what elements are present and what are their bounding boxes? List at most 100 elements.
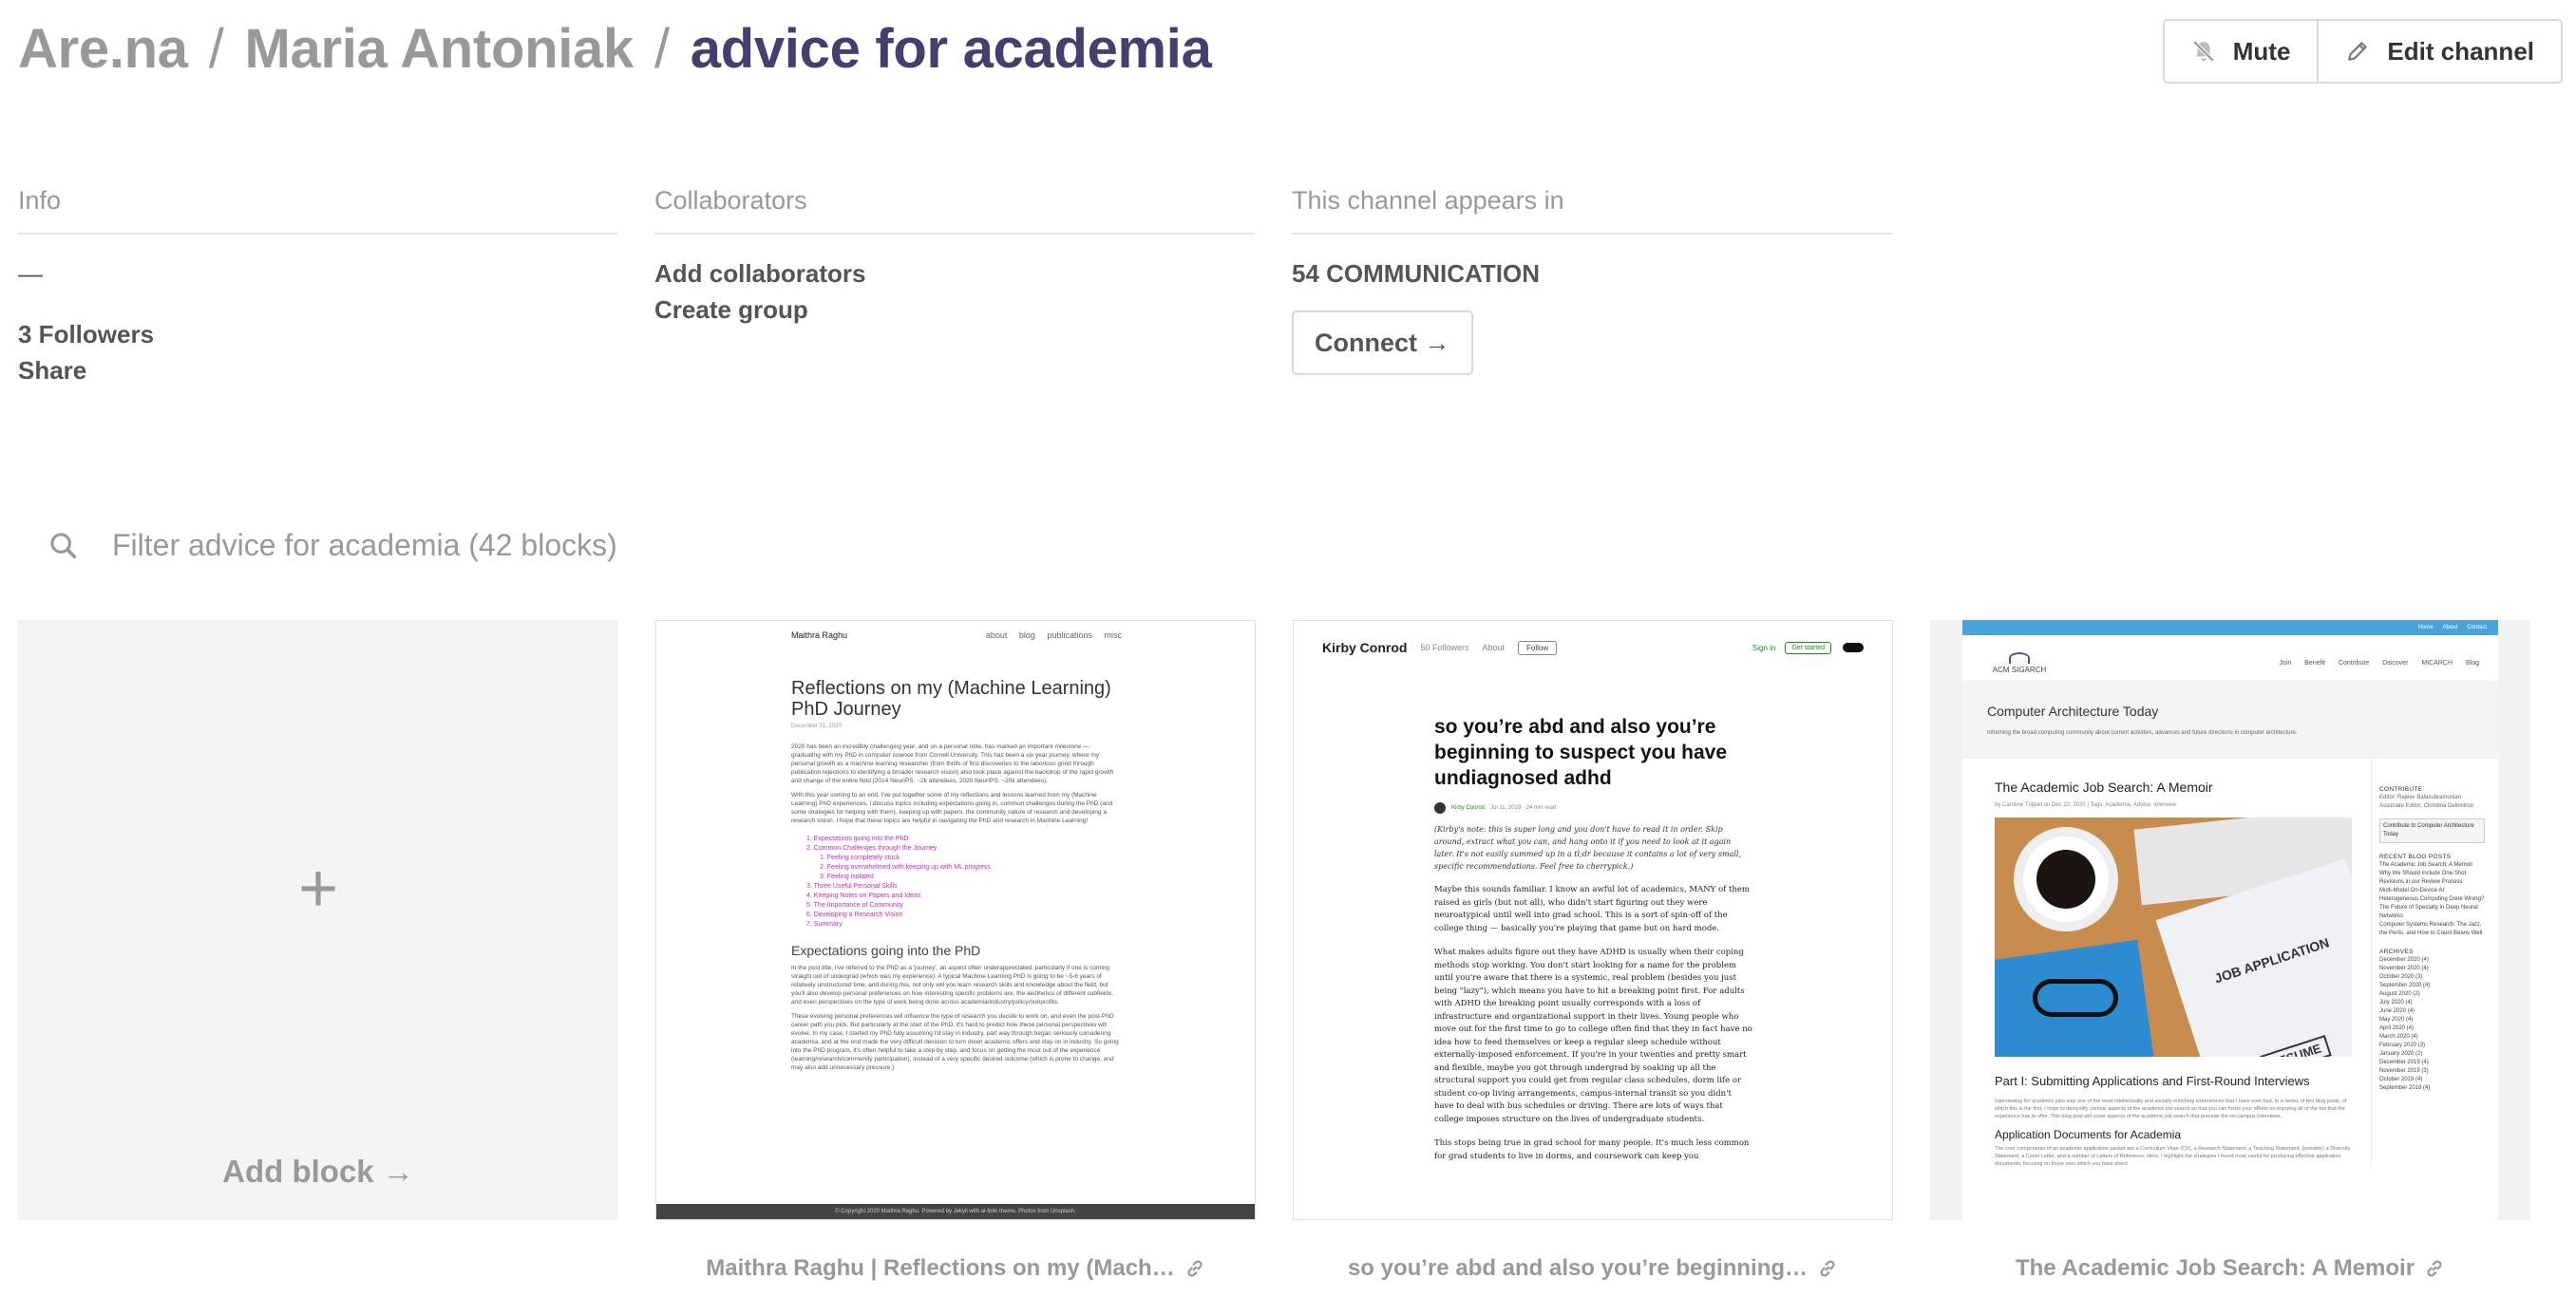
menu-item: Join <box>2279 659 2292 667</box>
collaborators-heading: Collaborators <box>654 186 1255 235</box>
block-thumbnail[interactable]: Kirby Conrod 50 Followers About Follow S… <box>1293 620 1893 1220</box>
link-icon <box>1187 1260 1203 1277</box>
toc-item: 6. Developing a Research Vision <box>806 912 903 918</box>
pencil-icon <box>2348 42 2368 61</box>
webpage-preview: Home About Contact ACM SIGARCH Join Bene… <box>1930 620 2530 1220</box>
followers-link[interactable]: 3 Followers <box>18 316 618 352</box>
post-paragraph: In the post title, I've referred to the … <box>791 965 1113 1006</box>
archive-month: July 2020 (4) <box>2379 1000 2413 1006</box>
post-meta: Jul 11, 2019 · 24 min read <box>1490 805 1557 811</box>
archive-month: April 2020 (4) <box>2379 1025 2415 1031</box>
site-nav-item: misc <box>1104 630 1123 640</box>
sidebar-heading: RECENT BLOG POSTS <box>2379 854 2452 860</box>
mute-button[interactable]: Mute <box>2165 21 2318 82</box>
coffee-cup-shape <box>2014 827 2118 931</box>
topbar-item: Home <box>2417 625 2434 630</box>
breadcrumb-separator: / <box>653 18 670 80</box>
block-caption[interactable]: Maithra Raghu | Reflections on my (Mach… <box>655 1255 1256 1282</box>
block-thumbnail[interactable]: Maithra Raghu about blog publications mi… <box>655 620 1256 1220</box>
site-nav-item: about <box>985 630 1008 640</box>
post-title: so you’re abd and also you’re beginning … <box>1434 716 1728 789</box>
webpage-preview: Maithra Raghu about blog publications mi… <box>656 621 1255 1219</box>
sigarch-logo-icon <box>2009 651 2030 664</box>
about-link: About <box>1482 643 1506 652</box>
archive-month: August 2020 (2) <box>2379 991 2420 997</box>
sigarch-logo: ACM SIGARCH <box>1981 651 2057 674</box>
post-heading: Part I: Submitting Applications and Firs… <box>1995 1074 2310 1088</box>
toc-item: 5. The Importance of Community <box>806 902 903 909</box>
post-section-heading: Expectations going into the PhD <box>791 943 981 958</box>
block-title: The Academic Job Search: A Memoir <box>2015 1255 2415 1281</box>
glasses-shape <box>2033 979 2118 1017</box>
topbar-item: About <box>2442 625 2458 630</box>
resume-label: RESUME <box>2260 1035 2332 1057</box>
sidebar-heading: ARCHIVES <box>2379 949 2414 955</box>
toc-item: 3. Three Useful Personal Skills <box>806 883 898 890</box>
post-note: (Kirby's note: this is super long and yo… <box>1434 825 1741 871</box>
medium-logo-icon <box>1843 643 1864 652</box>
post-paragraph: The core components of an academic appli… <box>1995 1146 2351 1167</box>
add-plus-icon: + <box>297 851 339 927</box>
archive-month: November 2019 (3) <box>2379 1068 2429 1074</box>
archive-month: May 2020 (4) <box>2379 1017 2414 1023</box>
edit-channel-button[interactable]: Edit channel <box>2317 21 2561 82</box>
post-paragraph: 2020 has been an incredibly challenging … <box>791 743 1114 784</box>
breadcrumb-root-link[interactable]: Are.na <box>18 17 188 81</box>
sidebar-button: Contribute to Computer Architecture Toda… <box>2379 818 2485 843</box>
block-thumbnail[interactable]: Home About Contact ACM SIGARCH Join Bene… <box>1930 620 2530 1220</box>
article: The Academic Job Search: A Memoir by Car… <box>1962 759 2371 1168</box>
block-filter <box>47 528 967 563</box>
archive-month: September 2019 (4) <box>2379 1085 2431 1091</box>
share-link[interactable]: Share <box>18 352 618 388</box>
site-sidebar: CONTRIBUTE Editor: Rajeev Balasubramonia… <box>2371 759 2485 1168</box>
site-footer: © Copyright 2020 Maithra Raghu. Powered … <box>656 1204 1255 1219</box>
sidebar-post: Computer Systems Research: The Jazz, the… <box>2379 922 2483 936</box>
connect-button[interactable]: Connect → <box>1292 310 1473 375</box>
filter-input[interactable] <box>112 528 967 563</box>
block-title: Maithra Raghu | Reflections on my (Mach… <box>706 1255 1175 1281</box>
link-icon <box>2427 1260 2442 1277</box>
sign-in-link: Sign in <box>1752 643 1776 652</box>
channel-description: — <box>18 259 43 288</box>
archive-month: September 2020 (4) <box>2379 983 2431 988</box>
add-collaborators-link[interactable]: Add collaborators <box>654 255 1255 291</box>
site-nav-item: publications <box>1047 630 1092 640</box>
edit-channel-label: Edit channel <box>2387 36 2534 66</box>
archive-month: October 2019 (4) <box>2379 1077 2423 1082</box>
site-topbar: Home About Contact <box>1962 620 2498 635</box>
channel-title[interactable]: advice for academia <box>691 17 1212 81</box>
site-nav-item: blog <box>1018 630 1035 640</box>
article-photo: JOB APPLICATION RESUME <box>1995 818 2352 1057</box>
mute-label: Mute <box>2232 36 2291 66</box>
toc-item: 1. Expectations going into the PhD <box>806 836 909 842</box>
site-brand: Maithra Raghu <box>791 630 848 640</box>
block-caption[interactable]: The Academic Job Search: A Memoir <box>1930 1255 2530 1282</box>
post-byline: by Caroline Trippel on Dec 22, 2020 | Ta… <box>1995 802 2177 808</box>
appears-in-section: This channel appears in 54 COMMUNICATION… <box>1292 186 1892 375</box>
breadcrumb-user-link[interactable]: Maria Antoniak <box>245 17 635 81</box>
toc-item: 3. Feeling isolated <box>820 874 874 880</box>
author-avatar <box>1434 802 1446 814</box>
post-subheading: Application Documents for Academia <box>1995 1128 2182 1141</box>
appears-in-heading: This channel appears in <box>1292 186 1892 235</box>
block-caption[interactable]: so you’re abd and also you’re beginning… <box>1293 1255 1893 1282</box>
channel-actions: Mute Edit channel <box>2162 19 2563 84</box>
create-group-link[interactable]: Create group <box>654 291 1255 328</box>
post-title: The Academic Job Search: A Memoir <box>1995 780 2213 795</box>
archive-month: October 2020 (3) <box>2379 974 2423 980</box>
collaborators-section: Collaborators Add collaborators Create g… <box>654 186 1255 328</box>
sidebar-post: The Future of Specialty in Deep Neural N… <box>2379 905 2478 919</box>
post-paragraph: Interviewing for academic jobs was one o… <box>1995 1099 2347 1119</box>
post-paragraph: This stops being true in grad school for… <box>1434 1138 1750 1161</box>
add-block-tile[interactable]: + Add block → <box>18 620 618 1220</box>
site-menu: Join Benefit Contribute Discover MICARCH… <box>2267 660 2479 667</box>
archive-month: December 2020 (4) <box>2379 957 2429 963</box>
archive-month: November 2020 (4) <box>2379 966 2429 971</box>
sidebar-post: Multi-Model On-Device AI: Heterogeneous … <box>2379 888 2485 902</box>
connected-channel-link[interactable]: 54 COMMUNICATION <box>1292 255 1892 291</box>
archive-month: March 2020 (4) <box>2379 1034 2418 1040</box>
paper-label: JOB APPLICATION <box>2212 934 2332 987</box>
post-paragraph: Maybe this sounds familiar. I know an aw… <box>1434 885 1750 933</box>
sidebar-post: Why We Should Include One-Shot Revisions… <box>2379 871 2467 885</box>
post-date: December 31, 2020 <box>791 724 842 729</box>
